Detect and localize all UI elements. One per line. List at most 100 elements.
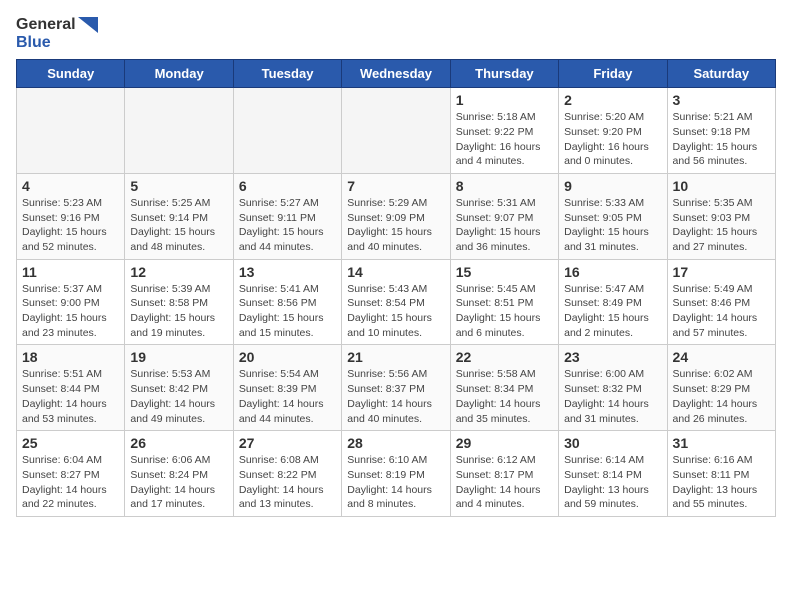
calendar-cell: 7 Sunrise: 5:29 AMSunset: 9:09 PMDaylight… <box>342 173 450 259</box>
calendar-cell: 19 Sunrise: 5:53 AMSunset: 8:42 PMDayligh… <box>125 345 233 431</box>
day-number: 3 <box>673 92 770 108</box>
logo-general: General <box>16 16 76 34</box>
calendar-cell: 21 Sunrise: 5:56 AMSunset: 8:37 PMDayligh… <box>342 345 450 431</box>
week-row-4: 18 Sunrise: 5:51 AMSunset: 8:44 PMDayligh… <box>17 345 776 431</box>
day-header-friday: Friday <box>559 60 667 88</box>
calendar-cell: 14 Sunrise: 5:43 AMSunset: 8:54 PMDayligh… <box>342 259 450 345</box>
calendar-cell: 22 Sunrise: 5:58 AMSunset: 8:34 PMDayligh… <box>450 345 558 431</box>
day-number: 6 <box>239 178 336 194</box>
day-detail: Sunrise: 5:23 AMSunset: 9:16 PMDaylight:… <box>22 196 119 255</box>
day-detail: Sunrise: 5:54 AMSunset: 8:39 PMDaylight:… <box>239 367 336 426</box>
day-detail: Sunrise: 6:08 AMSunset: 8:22 PMDaylight:… <box>239 453 336 512</box>
header: General Blue <box>16 16 776 51</box>
calendar-cell: 15 Sunrise: 5:45 AMSunset: 8:51 PMDayligh… <box>450 259 558 345</box>
day-detail: Sunrise: 6:12 AMSunset: 8:17 PMDaylight:… <box>456 453 553 512</box>
logo-blue: Blue <box>16 34 98 52</box>
calendar-cell: 13Sunrise: 5:41 AMSunset: 8:56 PMDayligh… <box>233 259 341 345</box>
day-detail: Sunrise: 5:51 AMSunset: 8:44 PMDaylight:… <box>22 367 119 426</box>
calendar-body: 1 Sunrise: 5:18 AMSunset: 9:22 PMDaylight… <box>17 88 776 517</box>
day-number: 28 <box>347 435 444 451</box>
day-detail: Sunrise: 5:31 AMSunset: 9:07 PMDaylight:… <box>456 196 553 255</box>
day-detail: Sunrise: 6:06 AMSunset: 8:24 PMDaylight:… <box>130 453 227 512</box>
calendar-cell: 9Sunrise: 5:33 AMSunset: 9:05 PMDaylight… <box>559 173 667 259</box>
day-detail: Sunrise: 5:27 AMSunset: 9:11 PMDaylight:… <box>239 196 336 255</box>
day-detail: Sunrise: 5:21 AMSunset: 9:18 PMDaylight:… <box>673 110 770 169</box>
day-number: 21 <box>347 349 444 365</box>
day-detail: Sunrise: 5:45 AMSunset: 8:51 PMDaylight:… <box>456 282 553 341</box>
day-number: 11 <box>22 264 119 280</box>
day-detail: Sunrise: 6:14 AMSunset: 8:14 PMDaylight:… <box>564 453 661 512</box>
calendar-cell: 20 Sunrise: 5:54 AMSunset: 8:39 PMDayligh… <box>233 345 341 431</box>
calendar-table: SundayMondayTuesdayWednesdayThursdayFrid… <box>16 59 776 517</box>
day-detail: Sunrise: 6:02 AMSunset: 8:29 PMDaylight:… <box>673 367 770 426</box>
calendar-cell: 24 Sunrise: 6:02 AMSunset: 8:29 PMDayligh… <box>667 345 775 431</box>
calendar-cell <box>125 88 233 174</box>
day-number: 24 <box>673 349 770 365</box>
day-header-sunday: Sunday <box>17 60 125 88</box>
day-number: 25 <box>22 435 119 451</box>
day-detail: Sunrise: 5:43 AMSunset: 8:54 PMDaylight:… <box>347 282 444 341</box>
calendar-cell: 11 Sunrise: 5:37 AMSunset: 9:00 PMDayligh… <box>17 259 125 345</box>
day-detail: Sunrise: 6:00 AMSunset: 8:32 PMDaylight:… <box>564 367 661 426</box>
calendar-cell: 6 Sunrise: 5:27 AMSunset: 9:11 PMDaylight… <box>233 173 341 259</box>
day-number: 14 <box>347 264 444 280</box>
calendar-cell: 4Sunrise: 5:23 AMSunset: 9:16 PMDaylight… <box>17 173 125 259</box>
day-detail: Sunrise: 5:18 AMSunset: 9:22 PMDaylight:… <box>456 110 553 169</box>
calendar-cell: 16 Sunrise: 5:47 AMSunset: 8:49 PMDayligh… <box>559 259 667 345</box>
day-detail: Sunrise: 5:20 AMSunset: 9:20 PMDaylight:… <box>564 110 661 169</box>
day-detail: Sunrise: 5:47 AMSunset: 8:49 PMDaylight:… <box>564 282 661 341</box>
calendar-cell: 25Sunrise: 6:04 AMSunset: 8:27 PMDayligh… <box>17 431 125 517</box>
calendar-header-row: SundayMondayTuesdayWednesdayThursdayFrid… <box>17 60 776 88</box>
calendar-cell: 30Sunrise: 6:14 AMSunset: 8:14 PMDayligh… <box>559 431 667 517</box>
day-number: 22 <box>456 349 553 365</box>
day-number: 10 <box>673 178 770 194</box>
calendar-cell: 10 Sunrise: 5:35 AMSunset: 9:03 PMDayligh… <box>667 173 775 259</box>
day-number: 20 <box>239 349 336 365</box>
logo-container: General Blue <box>16 16 98 51</box>
day-number: 8 <box>456 178 553 194</box>
calendar-cell: 2 Sunrise: 5:20 AMSunset: 9:20 PMDaylight… <box>559 88 667 174</box>
calendar-cell: 18 Sunrise: 5:51 AMSunset: 8:44 PMDayligh… <box>17 345 125 431</box>
day-header-wednesday: Wednesday <box>342 60 450 88</box>
day-detail: Sunrise: 5:58 AMSunset: 8:34 PMDaylight:… <box>456 367 553 426</box>
calendar-cell: 31 Sunrise: 6:16 AMSunset: 8:11 PMDayligh… <box>667 431 775 517</box>
day-detail: Sunrise: 5:37 AMSunset: 9:00 PMDaylight:… <box>22 282 119 341</box>
day-detail: Sunrise: 6:10 AMSunset: 8:19 PMDaylight:… <box>347 453 444 512</box>
week-row-1: 1 Sunrise: 5:18 AMSunset: 9:22 PMDaylight… <box>17 88 776 174</box>
calendar-cell: 27Sunrise: 6:08 AMSunset: 8:22 PMDayligh… <box>233 431 341 517</box>
calendar-cell: 12 Sunrise: 5:39 AMSunset: 8:58 PMDayligh… <box>125 259 233 345</box>
day-number: 29 <box>456 435 553 451</box>
day-number: 23 <box>564 349 661 365</box>
calendar-cell <box>342 88 450 174</box>
day-detail: Sunrise: 5:29 AMSunset: 9:09 PMDaylight:… <box>347 196 444 255</box>
day-number: 19 <box>130 349 227 365</box>
logo-arrow-icon <box>78 17 98 33</box>
day-detail: Sunrise: 5:41 AMSunset: 8:56 PMDaylight:… <box>239 282 336 341</box>
day-number: 5 <box>130 178 227 194</box>
day-number: 2 <box>564 92 661 108</box>
day-detail: Sunrise: 5:56 AMSunset: 8:37 PMDaylight:… <box>347 367 444 426</box>
day-number: 1 <box>456 92 553 108</box>
day-number: 12 <box>130 264 227 280</box>
calendar-cell: 8 Sunrise: 5:31 AMSunset: 9:07 PMDaylight… <box>450 173 558 259</box>
day-number: 31 <box>673 435 770 451</box>
day-detail: Sunrise: 6:16 AMSunset: 8:11 PMDaylight:… <box>673 453 770 512</box>
day-number: 18 <box>22 349 119 365</box>
calendar-cell: 3 Sunrise: 5:21 AMSunset: 9:18 PMDaylight… <box>667 88 775 174</box>
day-detail: Sunrise: 5:53 AMSunset: 8:42 PMDaylight:… <box>130 367 227 426</box>
day-header-thursday: Thursday <box>450 60 558 88</box>
day-number: 15 <box>456 264 553 280</box>
day-detail: Sunrise: 5:39 AMSunset: 8:58 PMDaylight:… <box>130 282 227 341</box>
day-header-tuesday: Tuesday <box>233 60 341 88</box>
day-number: 7 <box>347 178 444 194</box>
calendar-cell <box>17 88 125 174</box>
day-number: 26 <box>130 435 227 451</box>
day-detail: Sunrise: 5:35 AMSunset: 9:03 PMDaylight:… <box>673 196 770 255</box>
week-row-5: 25Sunrise: 6:04 AMSunset: 8:27 PMDayligh… <box>17 431 776 517</box>
day-detail: Sunrise: 5:33 AMSunset: 9:05 PMDaylight:… <box>564 196 661 255</box>
day-detail: Sunrise: 5:49 AMSunset: 8:46 PMDaylight:… <box>673 282 770 341</box>
calendar-cell: 28 Sunrise: 6:10 AMSunset: 8:19 PMDayligh… <box>342 431 450 517</box>
day-number: 16 <box>564 264 661 280</box>
calendar-cell: 26 Sunrise: 6:06 AMSunset: 8:24 PMDayligh… <box>125 431 233 517</box>
calendar-cell: 1 Sunrise: 5:18 AMSunset: 9:22 PMDaylight… <box>450 88 558 174</box>
